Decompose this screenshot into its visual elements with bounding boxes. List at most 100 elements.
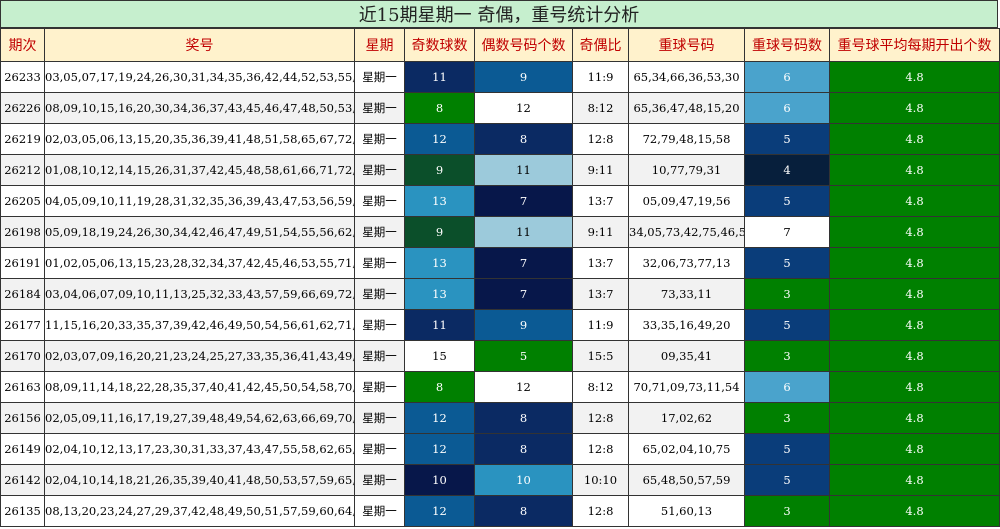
- table-row: 26205 04,05,09,10,11,19,28,31,32,35,36,39…: [0, 185, 1000, 217]
- cell-repeat-numbers: 33,35,16,49,20: [628, 309, 745, 341]
- cell-numbers: 03,04,06,07,09,10,11,13,25,32,33,43,57,5…: [44, 278, 355, 310]
- cell-even-count: 9: [474, 309, 573, 341]
- cell-repeat-numbers: 70,71,09,73,11,54: [628, 371, 745, 403]
- cell-repeat-numbers: 65,36,47,48,15,20: [628, 92, 745, 124]
- cell-odd-count: 8: [404, 92, 475, 124]
- cell-odd-even-ratio: 15:5: [572, 340, 629, 372]
- table-row: 26156 02,05,09,11,16,17,19,27,39,48,49,54…: [0, 402, 1000, 434]
- cell-issue: 26177: [0, 309, 45, 341]
- cell-odd-count: 12: [404, 495, 475, 527]
- header-row: 期次 奖号 星期 奇数球数 偶数号码个数 奇偶比 重球号码 重球号码数 重号球平…: [0, 28, 1000, 62]
- cell-repeat-numbers: 10,77,79,31: [628, 154, 745, 186]
- cell-odd-count: 13: [404, 185, 475, 217]
- cell-issue: 26205: [0, 185, 45, 217]
- cell-odd-even-ratio: 9:11: [572, 216, 629, 248]
- cell-repeat-count: 6: [744, 371, 830, 403]
- table-body: 26233 03,05,07,17,19,24,26,30,31,34,35,36…: [0, 61, 1000, 527]
- cell-odd-count: 15: [404, 340, 475, 372]
- header-repeat-numbers: 重球号码: [628, 28, 745, 62]
- cell-odd-count: 12: [404, 433, 475, 465]
- table-row: 26219 02,03,05,06,13,15,20,35,36,39,41,48…: [0, 123, 1000, 155]
- cell-repeat-numbers: 73,33,11: [628, 278, 745, 310]
- cell-repeat-count: 3: [744, 278, 830, 310]
- cell-repeat-count: 5: [744, 309, 830, 341]
- cell-issue: 26226: [0, 92, 45, 124]
- cell-weekday: 星期一: [354, 371, 405, 403]
- cell-even-count: 12: [474, 371, 573, 403]
- cell-numbers: 08,09,11,14,18,22,28,35,37,40,41,42,45,5…: [44, 371, 355, 403]
- cell-repeat-count: 5: [744, 123, 830, 155]
- cell-repeat-numbers: 05,09,47,19,56: [628, 185, 745, 217]
- cell-repeat-numbers: 09,35,41: [628, 340, 745, 372]
- cell-repeat-average: 4.8: [829, 216, 1000, 248]
- table-row: 26142 02,04,10,14,18,21,26,35,39,40,41,48…: [0, 464, 1000, 496]
- cell-repeat-average: 4.8: [829, 340, 1000, 372]
- table-row: 26212 01,08,10,12,14,15,26,31,37,42,45,48…: [0, 154, 1000, 186]
- cell-weekday: 星期一: [354, 216, 405, 248]
- cell-repeat-count: 5: [744, 433, 830, 465]
- cell-repeat-average: 4.8: [829, 278, 1000, 310]
- cell-weekday: 星期一: [354, 278, 405, 310]
- header-odd-count: 奇数球数: [404, 28, 475, 62]
- cell-odd-even-ratio: 13:7: [572, 247, 629, 279]
- cell-odd-even-ratio: 12:8: [572, 402, 629, 434]
- header-issue: 期次: [0, 28, 45, 62]
- cell-numbers: 02,04,10,12,13,17,23,30,31,33,37,43,47,5…: [44, 433, 355, 465]
- header-repeat-average: 重号球平均每期开出个数: [829, 28, 1000, 62]
- cell-weekday: 星期一: [354, 309, 405, 341]
- cell-repeat-count: 3: [744, 340, 830, 372]
- cell-numbers: 02,03,05,06,13,15,20,35,36,39,41,48,51,5…: [44, 123, 355, 155]
- cell-weekday: 星期一: [354, 495, 405, 527]
- cell-numbers: 01,08,10,12,14,15,26,31,37,42,45,48,58,6…: [44, 154, 355, 186]
- cell-odd-even-ratio: 9:11: [572, 154, 629, 186]
- sheet-title: 近15期星期一 奇偶，重号统计分析: [0, 0, 998, 28]
- cell-even-count: 11: [474, 216, 573, 248]
- cell-repeat-average: 4.8: [829, 464, 1000, 496]
- cell-even-count: 7: [474, 185, 573, 217]
- cell-repeat-count: 4: [744, 154, 830, 186]
- cell-even-count: 10: [474, 464, 573, 496]
- cell-issue: 26212: [0, 154, 45, 186]
- table-row: 26198 05,09,18,19,24,26,30,34,42,46,47,49…: [0, 216, 1000, 248]
- cell-numbers: 05,09,18,19,24,26,30,34,42,46,47,49,51,5…: [44, 216, 355, 248]
- cell-even-count: 11: [474, 154, 573, 186]
- cell-issue: 26135: [0, 495, 45, 527]
- cell-numbers: 04,05,09,10,11,19,28,31,32,35,36,39,43,4…: [44, 185, 355, 217]
- cell-odd-even-ratio: 11:9: [572, 61, 629, 93]
- cell-weekday: 星期一: [354, 247, 405, 279]
- cell-numbers: 01,02,05,06,13,15,23,28,32,34,37,42,45,4…: [44, 247, 355, 279]
- cell-odd-count: 9: [404, 154, 475, 186]
- cell-repeat-numbers: 65,02,04,10,75: [628, 433, 745, 465]
- cell-odd-count: 11: [404, 309, 475, 341]
- cell-numbers: 08,09,10,15,16,20,30,34,36,37,43,45,46,4…: [44, 92, 355, 124]
- cell-odd-even-ratio: 13:7: [572, 278, 629, 310]
- cell-repeat-count: 5: [744, 247, 830, 279]
- cell-odd-count: 11: [404, 61, 475, 93]
- cell-repeat-count: 5: [744, 185, 830, 217]
- cell-odd-count: 13: [404, 278, 475, 310]
- cell-weekday: 星期一: [354, 61, 405, 93]
- cell-odd-even-ratio: 12:8: [572, 433, 629, 465]
- cell-repeat-average: 4.8: [829, 309, 1000, 341]
- cell-odd-count: 12: [404, 123, 475, 155]
- cell-issue: 26156: [0, 402, 45, 434]
- cell-repeat-average: 4.8: [829, 61, 1000, 93]
- cell-issue: 26233: [0, 61, 45, 93]
- table-row: 26135 08,13,20,23,24,27,29,37,42,48,49,50…: [0, 495, 1000, 527]
- cell-odd-even-ratio: 12:8: [572, 123, 629, 155]
- cell-odd-count: 12: [404, 402, 475, 434]
- cell-even-count: 8: [474, 495, 573, 527]
- cell-odd-even-ratio: 8:12: [572, 92, 629, 124]
- header-odd-even-ratio: 奇偶比: [572, 28, 629, 62]
- cell-issue: 26219: [0, 123, 45, 155]
- cell-weekday: 星期一: [354, 464, 405, 496]
- cell-numbers: 02,04,10,14,18,21,26,35,39,40,41,48,50,5…: [44, 464, 355, 496]
- cell-weekday: 星期一: [354, 185, 405, 217]
- cell-issue: 26191: [0, 247, 45, 279]
- cell-issue: 26198: [0, 216, 45, 248]
- cell-odd-count: 9: [404, 216, 475, 248]
- cell-numbers: 08,13,20,23,24,27,29,37,42,48,49,50,51,5…: [44, 495, 355, 527]
- table-row: 26149 02,04,10,12,13,17,23,30,31,33,37,43…: [0, 433, 1000, 465]
- header-repeat-count: 重球号码数: [744, 28, 830, 62]
- header-even-count: 偶数号码个数: [474, 28, 573, 62]
